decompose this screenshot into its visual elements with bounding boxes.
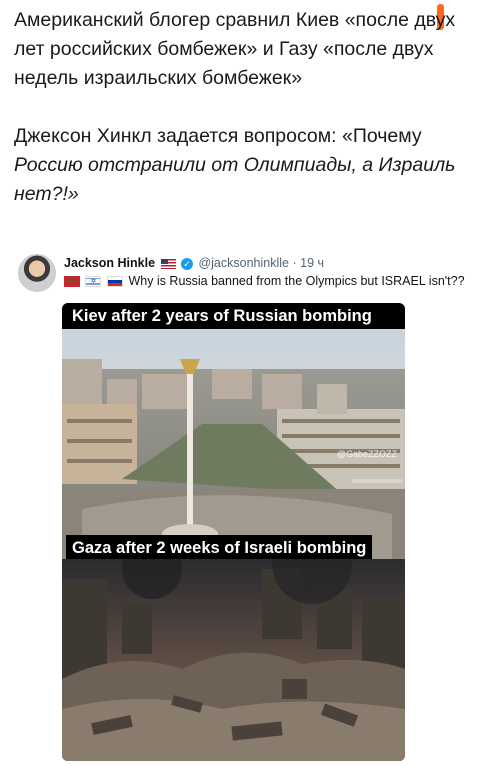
- meme-image[interactable]: Kiev after 2 years of Russian bombing @G…: [62, 303, 405, 761]
- flag-russia-icon: [106, 276, 123, 288]
- post-line: нет?!»: [14, 180, 486, 209]
- watermark: @GabeZZOZZ: [336, 449, 397, 459]
- post-quote: нет?!»: [14, 183, 79, 205]
- post-line: Джексон Хинкл задается вопросом: «Почему: [14, 125, 422, 147]
- timestamp[interactable]: 19 ч: [300, 256, 324, 270]
- flag-usa-icon: [160, 258, 176, 269]
- tweet-text: Why is Russia banned from the Olympics b…: [128, 274, 465, 288]
- gaza-photo: [62, 559, 405, 761]
- author-handle[interactable]: @jacksonhinklle: [198, 256, 289, 270]
- top-caption: Kiev after 2 years of Russian bombing: [66, 303, 378, 329]
- bottom-caption: Gaza after 2 weeks of Israeli bombing: [66, 535, 373, 561]
- flag-morocco-icon: [64, 275, 80, 288]
- separator: ·: [292, 256, 297, 270]
- kiev-photo: [62, 329, 405, 559]
- tweet-header: Jackson Hinkle ✓ @jacksonhinklle · 19 ч: [64, 256, 324, 270]
- verified-badge-icon: ✓: [180, 257, 193, 270]
- avatar[interactable]: [18, 254, 56, 292]
- post-line: лет российских бомбежек» и Газу «после д…: [14, 38, 434, 60]
- post-body: Американский блогер сравнил Киев «после …: [14, 6, 486, 209]
- tweet-text-row: Why is Russia banned from the Olympics b…: [64, 274, 465, 288]
- author-name[interactable]: Jackson Hinkle: [64, 256, 155, 270]
- post-line: недель израильских бомбежек»: [14, 67, 303, 89]
- post-quote: Россию отстранили от Олимпиады, а Израил…: [14, 154, 456, 176]
- post-line: Американский блогер сравнил Киев «после …: [14, 9, 456, 31]
- post-line: Россию отстранили от Олимпиады, а Израил…: [14, 151, 486, 180]
- flag-israel-icon: [85, 276, 102, 288]
